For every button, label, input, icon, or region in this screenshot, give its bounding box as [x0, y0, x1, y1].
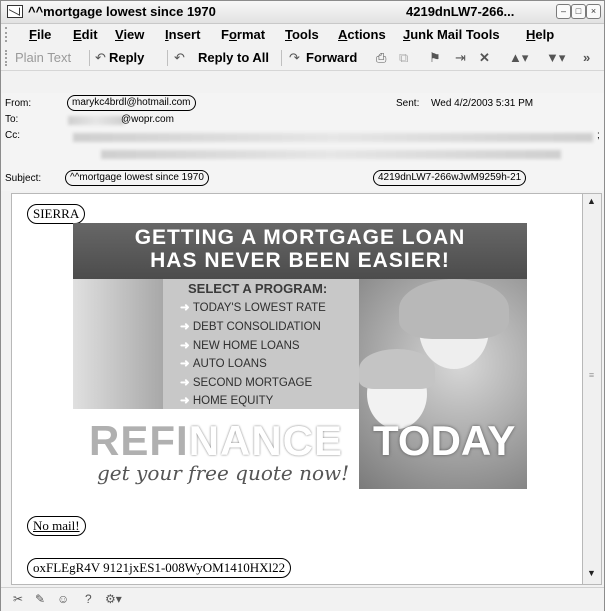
ad-program-item: ➜ AUTO LOANS	[180, 358, 267, 370]
ad-headline-2: HAS NEVER BEEN EASIER!	[150, 249, 450, 272]
toolbar-more-button[interactable]: »	[583, 50, 590, 65]
maximize-button[interactable]: □	[571, 4, 586, 19]
menu-actions[interactable]: Actions	[338, 27, 386, 42]
ad-program-item: ➜ SECOND MORTGAGE	[180, 377, 313, 389]
menu-tools[interactable]: Tools	[285, 27, 319, 42]
cc-redaction	[73, 133, 593, 142]
to-redaction	[68, 116, 124, 125]
toolbar-grip[interactable]	[5, 50, 10, 66]
message-header: From: marykc4brdl@hotmail.com Sent: Wed …	[1, 93, 604, 191]
body-greeting: SIERRA	[27, 204, 86, 224]
reply-all-button[interactable]: Reply to All	[198, 50, 269, 65]
scroll-down-icon[interactable]: ▼	[586, 568, 597, 578]
cc-end: ;	[597, 130, 600, 141]
scroll-grip-icon: ≡	[588, 370, 595, 380]
menu-grip[interactable]	[5, 27, 10, 42]
envelope-icon	[7, 5, 23, 18]
menu-file[interactable]: File	[29, 27, 51, 42]
edit-icon[interactable]: ✎	[35, 592, 45, 606]
reply-all-icon: ↶	[174, 50, 185, 65]
move-to-folder-icon[interactable]: ⇥	[455, 50, 466, 66]
menu-junk-mail-tools[interactable]: Junk Mail Tools	[403, 27, 500, 42]
print-icon[interactable]: ⎙	[376, 50, 386, 66]
message-window: ^^mortgage lowest since 1970 4219dnLW7-2…	[0, 0, 605, 611]
attachment-icon[interactable]: ✂	[13, 592, 23, 606]
from-address[interactable]: marykc4brdl@hotmail.com	[67, 95, 196, 111]
ad-program-item: ➜ DEBT CONSOLIDATION	[180, 321, 321, 333]
menu-help[interactable]: Help	[526, 27, 554, 42]
menu-insert[interactable]: Insert	[165, 27, 200, 42]
toolbar-separator	[281, 50, 282, 66]
ad-program-item: ➜ NEW HOME LOANS	[180, 340, 300, 352]
woman-hair	[399, 279, 509, 339]
ad-select-program: SELECT A PROGRAM:	[188, 281, 328, 296]
minimize-button[interactable]: –	[556, 4, 571, 19]
ad-program-item: ➜ HOME EQUITY	[180, 395, 274, 407]
contacts-icon[interactable]: ☺	[57, 592, 69, 606]
bottom-toolbar: ✂ ✎ ☺ ? ⚙▾	[1, 587, 604, 611]
toolbar-separator	[89, 50, 90, 66]
window-title: ^^mortgage lowest since 1970	[28, 4, 216, 19]
close-button[interactable]: ×	[586, 4, 601, 19]
previous-item-icon[interactable]: ▲▾	[509, 50, 528, 66]
no-mail-link[interactable]: No mail!	[27, 516, 86, 536]
menu-edit[interactable]: Edit	[73, 27, 98, 42]
vertical-scrollbar[interactable]: ▲ ≡ ▼	[582, 193, 602, 585]
mortgage-ad-image[interactable]: GETTING A MORTGAGE LOAN HAS NEVER BEEN E…	[73, 223, 527, 489]
subject-label: Subject:	[5, 173, 42, 184]
ad-quote: get your free quote now!	[97, 461, 350, 485]
menu-bar: File Edit View Insert Format Tools Actio…	[1, 24, 604, 45]
from-label: From:	[5, 98, 32, 109]
subject-value: ^^mortgage lowest since 1970	[65, 170, 209, 186]
to-label: To:	[5, 114, 19, 125]
help-icon[interactable]: ?	[85, 592, 92, 606]
toolbar-separator	[167, 50, 168, 66]
ad-headline-1: GETTING A MORTGAGE LOAN	[134, 226, 466, 249]
menu-view[interactable]: View	[115, 27, 144, 42]
delete-icon[interactable]: ✕	[479, 50, 490, 66]
window-title-code: 4219dnLW7-266...	[406, 4, 515, 19]
child-hair	[359, 349, 435, 389]
sent-value: Wed 4/2/2003 5:31 PM	[431, 98, 534, 109]
forward-button[interactable]: Forward	[306, 50, 357, 65]
options-icon[interactable]: ⚙▾	[105, 592, 122, 606]
subject-code: 4219dnLW7-266wJwM9259h-21	[373, 170, 527, 186]
ad-refinance: REFINANCE	[89, 417, 344, 464]
body-code: oxFLEgR4V 9121jxES1-008WyOM1410HXl22	[27, 558, 292, 578]
flag-icon[interactable]: ⚑	[429, 50, 441, 66]
ad-program-item: ➜ TODAY'S LOWEST RATE	[180, 302, 326, 314]
scroll-up-icon[interactable]: ▲	[586, 196, 597, 206]
reply-button[interactable]: Reply	[109, 50, 144, 65]
reply-icon: ↶	[95, 50, 106, 65]
title-bar: ^^mortgage lowest since 1970 4219dnLW7-2…	[1, 1, 604, 24]
menu-format[interactable]: Format	[221, 27, 265, 42]
next-item-icon[interactable]: ▼▾	[546, 50, 565, 66]
ad-today: TODAY	[373, 417, 516, 464]
cc-label: Cc:	[5, 130, 20, 141]
toolbar: Plain Text ↶ Reply ↶ Reply to All ↷ Forw…	[1, 46, 604, 71]
cc-redaction-2	[101, 150, 561, 159]
to-address[interactable]: @wopr.com	[121, 114, 174, 125]
sent-label: Sent:	[396, 98, 420, 109]
plain-text-button[interactable]: Plain Text	[15, 50, 71, 65]
copy-icon[interactable]: ⧉	[399, 50, 408, 66]
forward-icon: ↷	[289, 50, 300, 65]
